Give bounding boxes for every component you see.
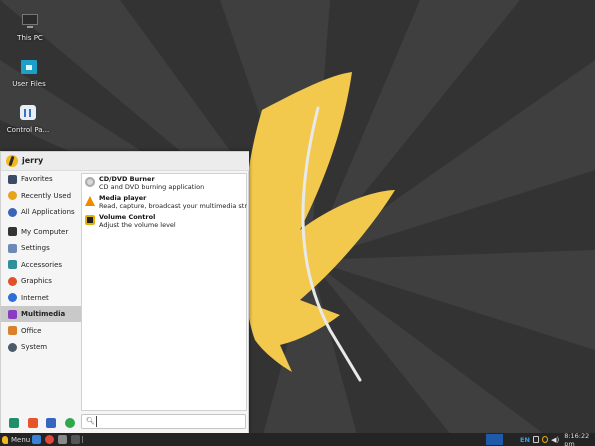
category-label: Recently Used: [21, 191, 72, 200]
chrome-icon[interactable]: [45, 435, 54, 444]
app-item-volume-control[interactable]: Volume Control Adjust the volume level: [82, 212, 246, 231]
file-manager-icon[interactable]: [58, 435, 67, 444]
category-settings[interactable]: Settings: [1, 240, 81, 256]
app-name: Volume Control: [99, 213, 156, 221]
graphics-icon: [8, 276, 17, 286]
clock[interactable]: 8:16:22 pm: [564, 432, 595, 446]
taskbar-active-window[interactable]: [486, 434, 503, 445]
category-internet[interactable]: Internet: [1, 290, 81, 306]
folder-icon: [20, 58, 38, 76]
globe-icon: [8, 293, 17, 302]
settings-manager-icon[interactable]: [46, 418, 56, 428]
control-panel-icon: [19, 104, 37, 122]
network-icon[interactable]: [532, 436, 539, 443]
accessories-icon: [8, 260, 17, 269]
settings-icon: [8, 243, 17, 253]
desktop-icon-this-pc[interactable]: This PC: [2, 12, 58, 42]
app-item-cd-dvd-burner[interactable]: CD/DVD Burner CD and DVD burning applica…: [82, 174, 246, 193]
grid-icon: [8, 207, 17, 217]
category-multimedia[interactable]: Multimedia: [1, 306, 81, 322]
quick-launch-bar: [1, 414, 81, 434]
category-label: My Computer: [21, 227, 69, 236]
multimedia-icon: [8, 309, 17, 319]
category-all-applications[interactable]: All Applications: [1, 204, 81, 220]
store-icon[interactable]: [28, 418, 38, 428]
application-menu: jerry Favorites Recently Used All Applic…: [0, 151, 249, 433]
briefcase-icon: [8, 326, 17, 335]
monitor-icon: [21, 12, 39, 30]
category-accessories[interactable]: Accessories: [1, 257, 81, 273]
shield-icon[interactable]: [541, 436, 549, 443]
category-label: Internet: [21, 293, 49, 302]
app-name: CD/DVD Burner: [99, 175, 155, 183]
category-graphics[interactable]: Graphics: [1, 273, 81, 289]
gear-icon: [8, 342, 17, 352]
search-box: 🔍︎: [81, 414, 246, 429]
application-list: CD/DVD Burner CD and DVD burning applica…: [81, 173, 247, 411]
feather-icon: [2, 435, 8, 444]
category-my-computer[interactable]: My Computer: [1, 224, 81, 240]
vlc-cone-icon: [85, 196, 95, 206]
category-favorites[interactable]: Favorites: [1, 171, 81, 187]
category-list: Favorites Recently Used All Applications…: [1, 171, 81, 356]
taskbar-separator: [82, 436, 83, 443]
category-label: Multimedia: [21, 310, 66, 318]
files-icon[interactable]: [32, 435, 41, 444]
desktop-icon-label: Control Pa...: [6, 126, 50, 134]
clock-icon: [8, 191, 17, 200]
software-center-icon[interactable]: [9, 418, 19, 428]
category-system[interactable]: System: [1, 339, 81, 355]
app-name: Media player: [99, 194, 147, 202]
monitor-icon: [8, 227, 17, 236]
desktop-icon-label: This PC: [17, 34, 43, 42]
user-name[interactable]: jerry: [22, 156, 43, 165]
speaker-icon: [85, 215, 95, 225]
app-description: Adjust the volume level: [99, 221, 176, 229]
category-label: Favorites: [21, 175, 53, 183]
category-label: Office: [21, 326, 42, 335]
system-tray: EN ◀) 8:16:22 pm: [520, 432, 595, 446]
taskbar: Menu EN ◀) 8:16:22 pm: [0, 432, 595, 446]
user-avatar-icon[interactable]: [6, 155, 18, 167]
app-description: CD and DVD burning application: [99, 183, 205, 191]
category-label: Settings: [21, 244, 50, 252]
search-icon: 🔍︎: [86, 417, 95, 425]
category-label: Accessories: [21, 260, 63, 269]
app-description: Read, capture, broadcast your multimedia…: [99, 202, 247, 210]
app-item-media-player[interactable]: Media player Read, capture, broadcast yo…: [82, 193, 247, 212]
category-office[interactable]: Office: [1, 323, 81, 339]
desktop-icon-control-panel[interactable]: Control Pa...: [0, 104, 56, 134]
refresh-icon[interactable]: [65, 418, 75, 428]
language-indicator[interactable]: EN: [520, 436, 530, 444]
desktop-icon-user-files[interactable]: User Files: [1, 58, 57, 88]
taskbar-menu-label: Menu: [11, 435, 31, 444]
taskbar-menu-button[interactable]: Menu: [2, 435, 30, 444]
search-input[interactable]: [96, 416, 241, 427]
desktop-icon-label: User Files: [12, 80, 46, 88]
category-label: All Applications: [21, 208, 75, 216]
menu-header: jerry: [1, 152, 249, 171]
category-label: Graphics: [21, 277, 52, 285]
terminal-icon[interactable]: [71, 435, 80, 444]
category-recently-used[interactable]: Recently Used: [1, 188, 81, 204]
volume-icon[interactable]: ◀): [551, 436, 559, 444]
disc-icon: [85, 177, 95, 187]
bookmark-icon: [8, 174, 17, 184]
category-label: System: [21, 343, 48, 351]
